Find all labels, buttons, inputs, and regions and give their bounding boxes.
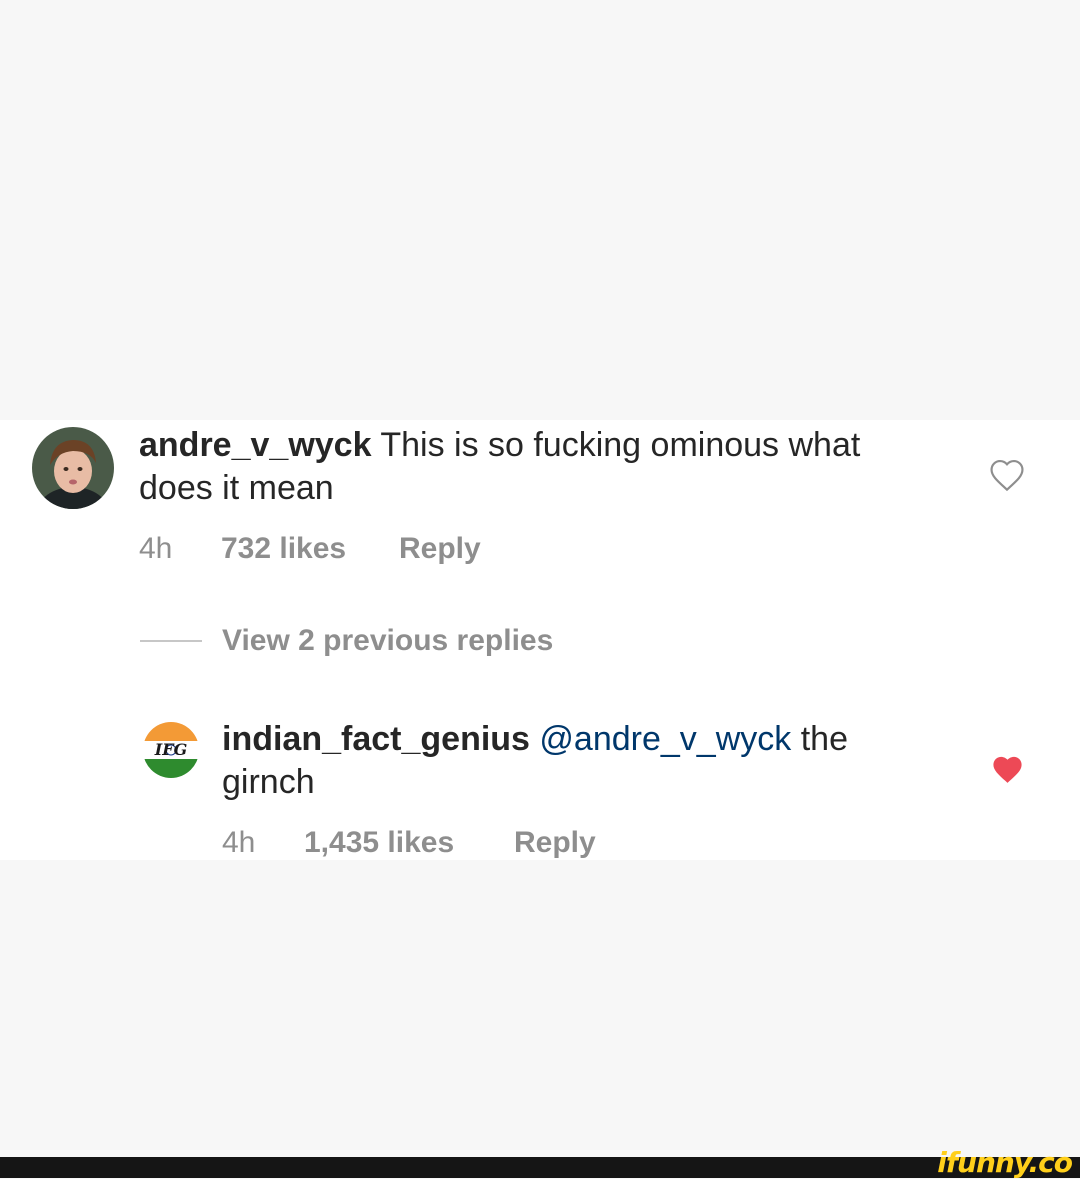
comment-meta: 4h 732 likes Reply bbox=[139, 532, 481, 566]
reply-time: 4h bbox=[222, 826, 256, 859]
comment-time: 4h bbox=[139, 532, 173, 565]
like-heart-icon[interactable] bbox=[988, 458, 1026, 492]
view-replies-label: View 2 previous replies bbox=[222, 624, 554, 657]
liked-heart-icon[interactable] bbox=[990, 754, 1025, 785]
mention-link[interactable]: @andre_v_wyck bbox=[539, 720, 791, 758]
reply-username[interactable]: indian_fact_genius bbox=[222, 720, 530, 758]
reply-button[interactable]: Reply bbox=[399, 532, 481, 566]
view-previous-replies-button[interactable]: View 2 previous replies bbox=[140, 624, 553, 658]
comment-body: andre_v_wyck This is so fucking ominous … bbox=[139, 424, 939, 510]
user-avatar[interactable] bbox=[32, 427, 114, 509]
reply-meta: 4h 1,435 likes Reply bbox=[222, 826, 596, 860]
ifunny-watermark: ifunny.co bbox=[937, 1146, 1073, 1179]
reply-body: indian_fact_genius @andre_v_wyck the gir… bbox=[222, 718, 942, 804]
avatar-logo-text: IFG bbox=[154, 740, 188, 759]
footer-bar bbox=[0, 1157, 1080, 1178]
comment-username[interactable]: andre_v_wyck bbox=[139, 426, 372, 464]
reply-button[interactable]: Reply bbox=[514, 826, 596, 860]
divider-line bbox=[140, 640, 202, 642]
reply-likes[interactable]: 1,435 likes bbox=[304, 826, 514, 860]
comment-likes[interactable]: 732 likes bbox=[221, 532, 399, 566]
user-avatar[interactable]: IFG bbox=[143, 722, 199, 778]
